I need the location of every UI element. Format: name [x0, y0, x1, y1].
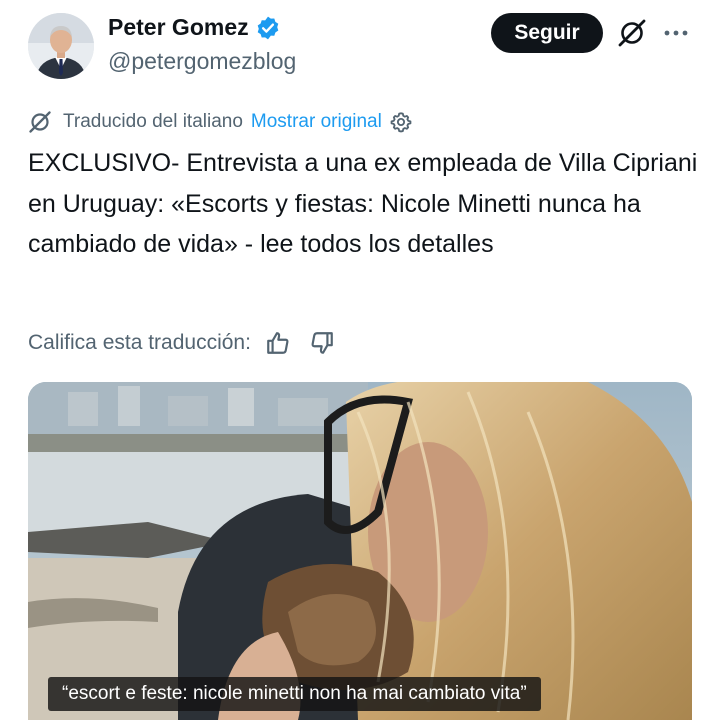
- show-original-link[interactable]: Mostrar original: [251, 111, 382, 133]
- tweet-media-image[interactable]: [28, 382, 692, 720]
- tweet-text: EXCLUSIVO- Entrevista a una ex empleada …: [28, 149, 698, 258]
- translation-notice-row: Traducido del italiano Mostrar original: [28, 108, 412, 136]
- verified-badge-icon: [255, 15, 281, 41]
- author-display-name[interactable]: Peter Gomez: [108, 14, 249, 41]
- rate-translation-row: Califica esta traducción:: [28, 328, 335, 358]
- rate-translation-prompt: Califica esta traducción:: [28, 331, 251, 354]
- author-avatar[interactable]: [28, 13, 94, 79]
- translation-notice-text: Traducido del italiano: [63, 111, 243, 132]
- more-options-icon[interactable]: [662, 21, 690, 45]
- tweet-header: Peter Gomez @petergomezblog Seguir: [0, 0, 720, 100]
- thumbs-up-icon[interactable]: [265, 330, 291, 356]
- grok-translate-icon: [28, 110, 52, 134]
- follow-button[interactable]: Seguir: [491, 13, 603, 53]
- media-caption: “escort e feste: nicole minetti non ha m…: [48, 677, 541, 711]
- grok-icon[interactable]: [617, 18, 647, 48]
- author-handle[interactable]: @petergomezblog: [108, 48, 296, 75]
- gear-icon[interactable]: [390, 111, 412, 133]
- thumbs-down-icon[interactable]: [309, 330, 335, 356]
- author-name-row: Peter Gomez: [108, 14, 281, 41]
